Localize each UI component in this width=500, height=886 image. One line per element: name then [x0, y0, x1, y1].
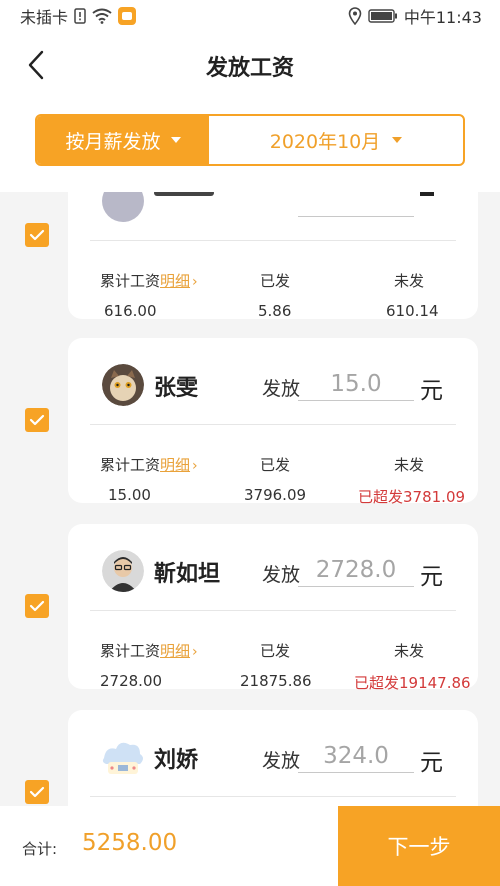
- check-icon: [29, 786, 45, 798]
- divider: [90, 424, 456, 425]
- employee-name: 靳如坦: [154, 562, 221, 587]
- cumulative-value: 15.00: [108, 486, 151, 504]
- cumulative-label: 累计工资明细 ›: [100, 456, 198, 474]
- yuan-fragment: [420, 192, 434, 196]
- location-icon: [348, 7, 362, 25]
- carrier-text: 未插卡: [20, 8, 69, 27]
- employee-checkbox[interactable]: [25, 594, 49, 618]
- amount-input[interactable]: 15.0: [298, 368, 414, 401]
- unpaid-label: 未发: [394, 642, 425, 660]
- employee-list[interactable]: 累计工资明细 › 已发 未发 616.00 5.86 610.14 张雯 发放 1…: [0, 192, 500, 806]
- footer-bar: 合计: 5258.00 下一步: [0, 806, 500, 886]
- employee-checkbox[interactable]: [25, 780, 49, 804]
- unpaid-value: 已超发3781.09: [358, 488, 466, 506]
- status-bar: 未插卡 中午11:43: [0, 0, 500, 32]
- unpaid-value: 610.14: [386, 302, 439, 320]
- app-notification-icon: [118, 7, 137, 25]
- unpaid-value: 已超发19147.86: [354, 674, 471, 692]
- salary-type-dropdown[interactable]: 按月薪发放: [37, 116, 209, 164]
- paid-label: 已发: [260, 272, 291, 290]
- amount-input[interactable]: 324.0: [298, 740, 414, 773]
- cumulative-label: 累计工资明细 ›: [100, 642, 198, 660]
- check-icon: [29, 414, 45, 426]
- detail-link[interactable]: 明细: [160, 272, 190, 290]
- paid-value: 5.86: [258, 302, 292, 320]
- avatar: [102, 192, 144, 222]
- check-icon: [29, 600, 45, 612]
- clock-text: 中午11:43: [403, 8, 482, 27]
- employee-card: 靳如坦 发放 2728.0 元 累计工资明细 › 已发 未发 2728.00 21…: [68, 524, 478, 692]
- employee-row: 刘娇 发放 324.0 元: [0, 710, 500, 806]
- divider: [90, 796, 456, 797]
- month-dropdown[interactable]: 2020年10月: [209, 116, 463, 164]
- issue-label: 发放: [262, 564, 301, 586]
- total-label: 合计:: [22, 840, 58, 858]
- paid-label: 已发: [260, 642, 291, 660]
- no-sim-icon: [74, 8, 86, 24]
- cumulative-label: 累计工资明细 ›: [100, 272, 198, 290]
- chevron-right-icon: ›: [192, 644, 198, 660]
- paid-label: 已发: [260, 456, 291, 474]
- caret-down-icon: [392, 137, 403, 143]
- issue-label: 发放: [262, 750, 301, 772]
- divider: [90, 240, 456, 241]
- page-title: 发放工资: [205, 56, 294, 81]
- amount-input[interactable]: 2728.0: [298, 554, 414, 587]
- yuan-label: 元: [420, 564, 443, 590]
- divider: [90, 610, 456, 611]
- salary-type-label: 按月薪发放: [65, 130, 161, 153]
- battery-icon: [368, 9, 398, 23]
- avatar: [102, 550, 144, 592]
- filter-bar: 按月薪发放 2020年10月: [35, 114, 465, 166]
- next-step-button[interactable]: 下一步: [338, 806, 500, 886]
- employee-row: 累计工资明细 › 已发 未发 616.00 5.86 610.14: [0, 192, 500, 332]
- name-fragment: [154, 192, 214, 196]
- total-value: 5258.00: [82, 830, 178, 856]
- employee-checkbox[interactable]: [25, 223, 49, 247]
- chevron-right-icon: ›: [192, 274, 198, 290]
- paid-value: 3796.09: [244, 486, 307, 504]
- detail-link[interactable]: 明细: [160, 456, 190, 474]
- wifi-icon: [92, 8, 112, 24]
- avatar: [102, 364, 144, 406]
- cumulative-value: 2728.00: [100, 672, 163, 690]
- unpaid-label: 未发: [394, 456, 425, 474]
- yuan-label: 元: [420, 750, 443, 776]
- cumulative-value: 616.00: [104, 302, 157, 320]
- unpaid-label: 未发: [394, 272, 425, 290]
- employee-card: 刘娇 发放 324.0 元: [68, 710, 478, 806]
- header: 发放工资 按月薪发放 2020年10月: [0, 32, 500, 192]
- employee-checkbox[interactable]: [25, 408, 49, 432]
- employee-card: 累计工资明细 › 已发 未发 616.00 5.86 610.14: [68, 192, 478, 320]
- chevron-right-icon: ›: [192, 458, 198, 474]
- employee-name: 张雯: [154, 376, 199, 401]
- employee-card: 张雯 发放 15.0 元 累计工资明细 › 已发 未发 15.00 3796.09…: [68, 338, 478, 506]
- card-header-clipped: [68, 192, 478, 244]
- month-label: 2020年10月: [269, 130, 381, 153]
- caret-down-icon: [170, 137, 181, 143]
- detail-link[interactable]: 明细: [160, 642, 190, 660]
- employee-row: 张雯 发放 15.0 元 累计工资明细 › 已发 未发 15.00 3796.09…: [0, 338, 500, 506]
- amount-input[interactable]: [298, 192, 414, 217]
- avatar: [102, 736, 144, 778]
- yuan-label: 元: [420, 378, 443, 404]
- issue-label: 发放: [262, 378, 301, 400]
- check-icon: [29, 229, 45, 241]
- employee-row: 靳如坦 发放 2728.0 元 累计工资明细 › 已发 未发 2728.00 21…: [0, 524, 500, 692]
- employee-name: 刘娇: [154, 748, 199, 773]
- paid-value: 21875.86: [240, 672, 312, 690]
